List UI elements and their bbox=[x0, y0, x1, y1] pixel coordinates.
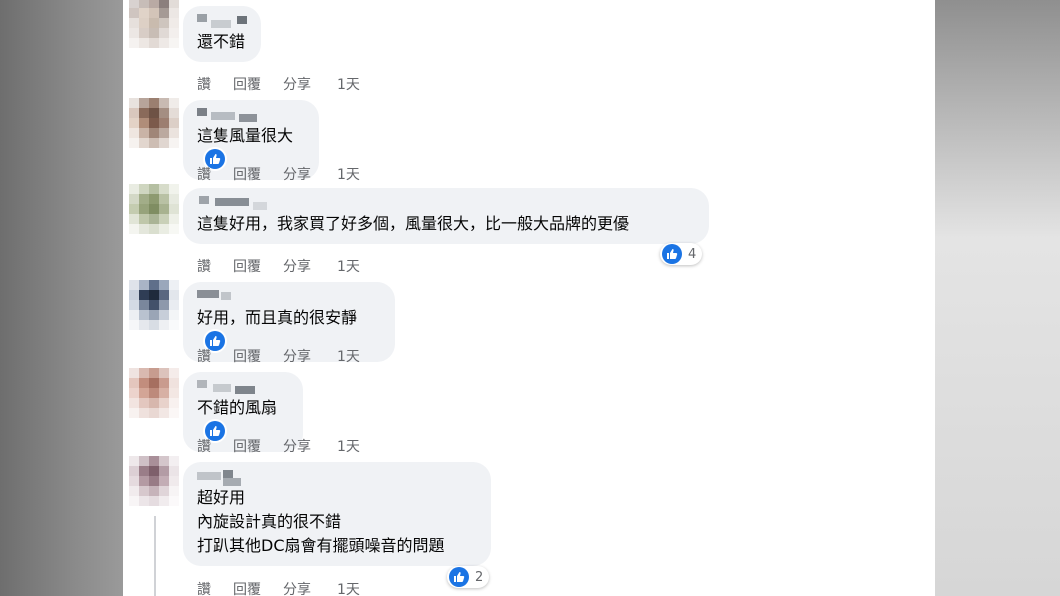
reply-button[interactable]: 回覆 bbox=[233, 579, 261, 596]
author-name[interactable] bbox=[197, 470, 477, 486]
comment-actions: 讚 回覆 分享 1天 bbox=[197, 436, 382, 456]
avatar[interactable] bbox=[129, 456, 179, 506]
thumbs-up-icon bbox=[449, 567, 469, 587]
share-button[interactable]: 分享 bbox=[283, 164, 311, 184]
comment-text-content: 好用，而且真的很安靜 bbox=[197, 308, 358, 327]
reply-button[interactable]: 回覆 bbox=[233, 436, 261, 456]
author-name[interactable] bbox=[197, 290, 381, 304]
comment-bubble: 還不錯 bbox=[183, 6, 261, 62]
reaction-count: 2 bbox=[475, 569, 484, 585]
reply-button[interactable]: 回覆 bbox=[233, 256, 261, 276]
timestamp[interactable]: 1天 bbox=[337, 74, 360, 94]
avatar[interactable] bbox=[129, 184, 179, 234]
timestamp[interactable]: 1天 bbox=[337, 256, 360, 276]
comment-feed: 還不錯 讚 回覆 分享 1天 這隻風量很大 讚 回覆 分享 1天 這隻好用，我家… bbox=[123, 0, 935, 596]
like-button[interactable]: 讚 bbox=[197, 436, 211, 456]
timestamp[interactable]: 1天 bbox=[337, 164, 360, 184]
avatar[interactable] bbox=[129, 98, 179, 148]
reply-button[interactable]: 回覆 bbox=[233, 74, 261, 94]
comment-text: 超好用 內旋設計真的很不錯 打趴其他DC扇會有擺頭噪音的問題 bbox=[197, 488, 445, 555]
reply-button[interactable]: 回覆 bbox=[233, 346, 261, 366]
author-name[interactable] bbox=[197, 196, 695, 210]
comment-text: 還不錯 bbox=[197, 32, 246, 51]
comment-actions: 讚 回覆 分享 1天 bbox=[197, 74, 382, 94]
avatar[interactable] bbox=[129, 368, 179, 418]
like-button[interactable]: 讚 bbox=[197, 346, 211, 366]
share-button[interactable]: 分享 bbox=[283, 74, 311, 94]
comment-actions: 讚 回覆 分享 1天 bbox=[197, 256, 382, 276]
avatar[interactable] bbox=[129, 280, 179, 330]
like-button[interactable]: 讚 bbox=[197, 256, 211, 276]
timestamp[interactable]: 1天 bbox=[337, 436, 360, 456]
share-button[interactable]: 分享 bbox=[283, 579, 311, 596]
comment-actions: 讚 回覆 分享 1天 bbox=[197, 346, 382, 366]
like-button[interactable]: 讚 bbox=[197, 164, 211, 184]
comment-bubble: 這隻好用，我家買了好多個，風量很大，比一般大品牌的更優 bbox=[183, 188, 709, 244]
right-backdrop bbox=[935, 0, 1060, 596]
avatar[interactable] bbox=[129, 0, 179, 48]
share-button[interactable]: 分享 bbox=[283, 256, 311, 276]
like-button[interactable]: 讚 bbox=[197, 74, 211, 94]
reaction-summary[interactable]: 4 bbox=[660, 243, 703, 265]
reaction-count: 4 bbox=[688, 246, 697, 262]
share-button[interactable]: 分享 bbox=[283, 346, 311, 366]
timestamp[interactable]: 1天 bbox=[337, 579, 360, 596]
reply-button[interactable]: 回覆 bbox=[233, 164, 261, 184]
left-backdrop bbox=[0, 0, 123, 596]
comment-bubble: 超好用 內旋設計真的很不錯 打趴其他DC扇會有擺頭噪音的問題 bbox=[183, 462, 491, 566]
like-button[interactable]: 讚 bbox=[197, 579, 211, 596]
timestamp[interactable]: 1天 bbox=[337, 346, 360, 366]
author-name[interactable] bbox=[197, 380, 289, 394]
comment-text-content: 不錯的風扇 bbox=[197, 398, 278, 417]
author-name[interactable] bbox=[197, 108, 305, 122]
comment-text: 這隻好用，我家買了好多個，風量很大，比一般大品牌的更優 bbox=[197, 214, 630, 233]
reaction-summary[interactable]: 2 bbox=[447, 566, 490, 588]
comment-actions: 讚 回覆 分享 1天 bbox=[197, 579, 382, 596]
comment-actions: 讚 回覆 分享 1天 bbox=[197, 164, 382, 184]
comment-text-content: 這隻風量很大 bbox=[197, 126, 294, 145]
share-button[interactable]: 分享 bbox=[283, 436, 311, 456]
author-name[interactable] bbox=[197, 14, 247, 28]
thumbs-up-icon bbox=[662, 244, 682, 264]
reply-thread-line bbox=[154, 516, 156, 596]
